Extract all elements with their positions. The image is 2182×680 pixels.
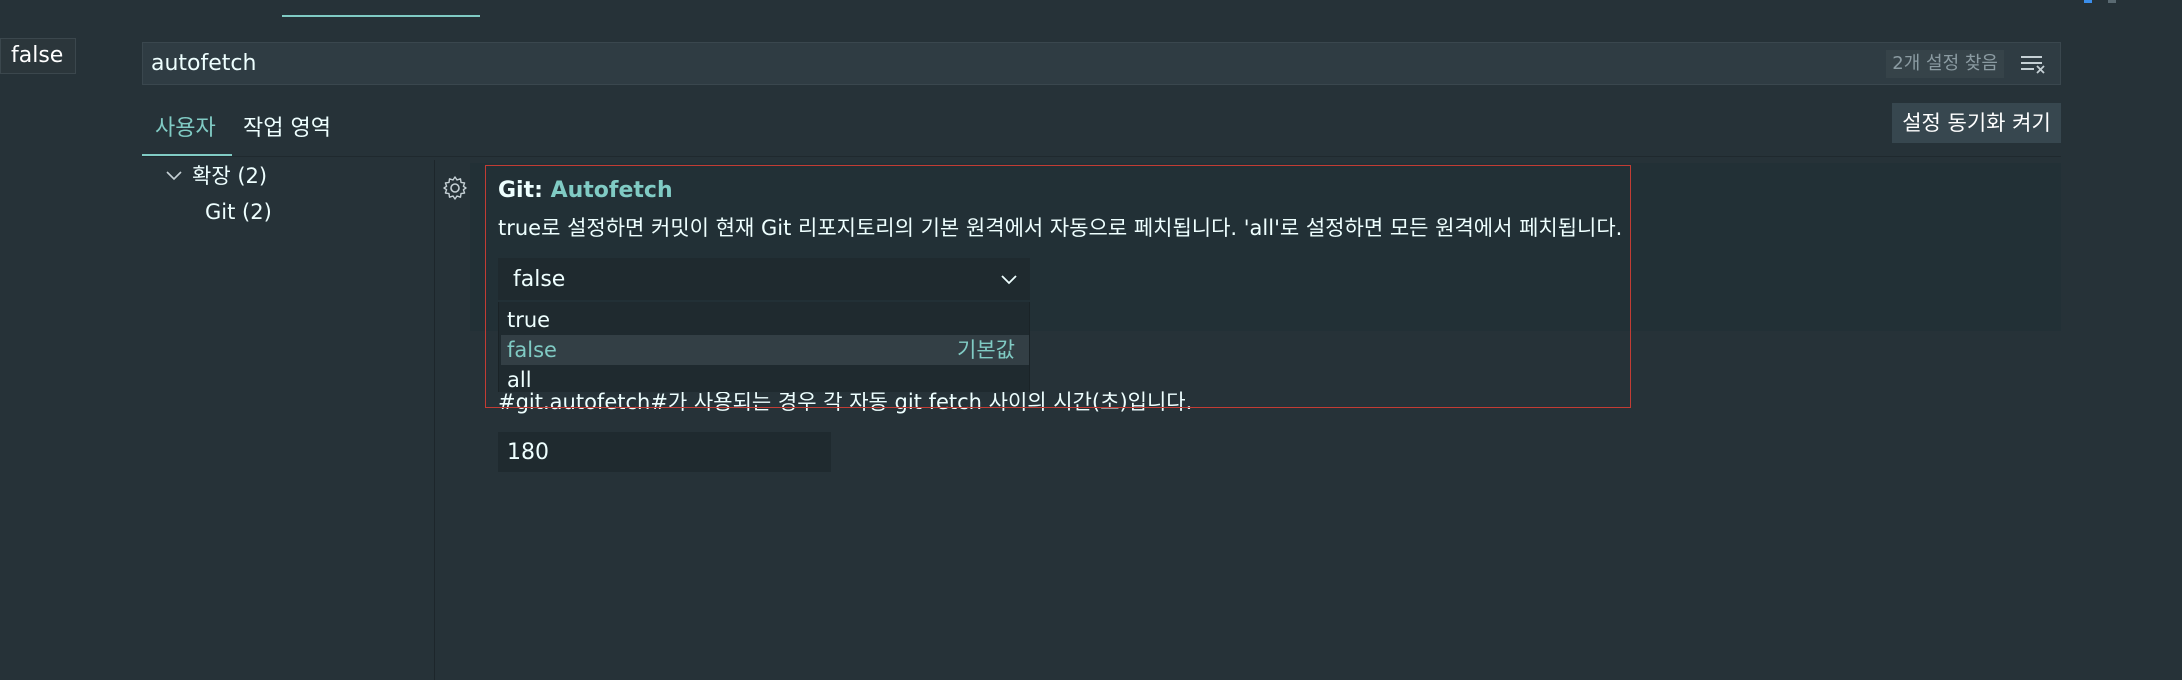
turn-on-settings-sync-button[interactable]: 설정 동기화 켜기 [1892, 103, 2061, 143]
search-result-count: 2개 설정 찾음 [1886, 50, 2004, 78]
chevron-down-icon[interactable] [165, 167, 183, 185]
autofetch-period-input[interactable]: 180 [498, 432, 831, 472]
settings-search-input[interactable]: autofetch 2개 설정 찾음 [142, 42, 2061, 85]
toc-sash[interactable] [434, 160, 435, 680]
tooltip-text: false [11, 43, 64, 68]
settings-editor: false autofetch 2개 설정 찾음 사용자 작업 영역 설정 동기… [0, 0, 2182, 680]
search-input-value[interactable]: autofetch [151, 50, 256, 78]
toc-item-git[interactable]: Git (2) [205, 198, 272, 226]
header-divider [142, 156, 2061, 157]
hover-tooltip: false [0, 38, 76, 74]
gear-icon[interactable] [442, 175, 468, 201]
top-right-toolbar-marks [2082, 0, 2122, 4]
toc-item-extensions[interactable]: 확장 (2) [192, 162, 267, 190]
active-editor-tab-indicator [282, 15, 480, 17]
autofetch-period-value[interactable]: 180 [507, 439, 549, 467]
focus-outline [485, 165, 1631, 408]
clear-filter-icon[interactable] [2020, 54, 2046, 74]
tab-workspace[interactable]: 작업 영역 [243, 115, 331, 143]
tab-user[interactable]: 사용자 [155, 115, 216, 143]
